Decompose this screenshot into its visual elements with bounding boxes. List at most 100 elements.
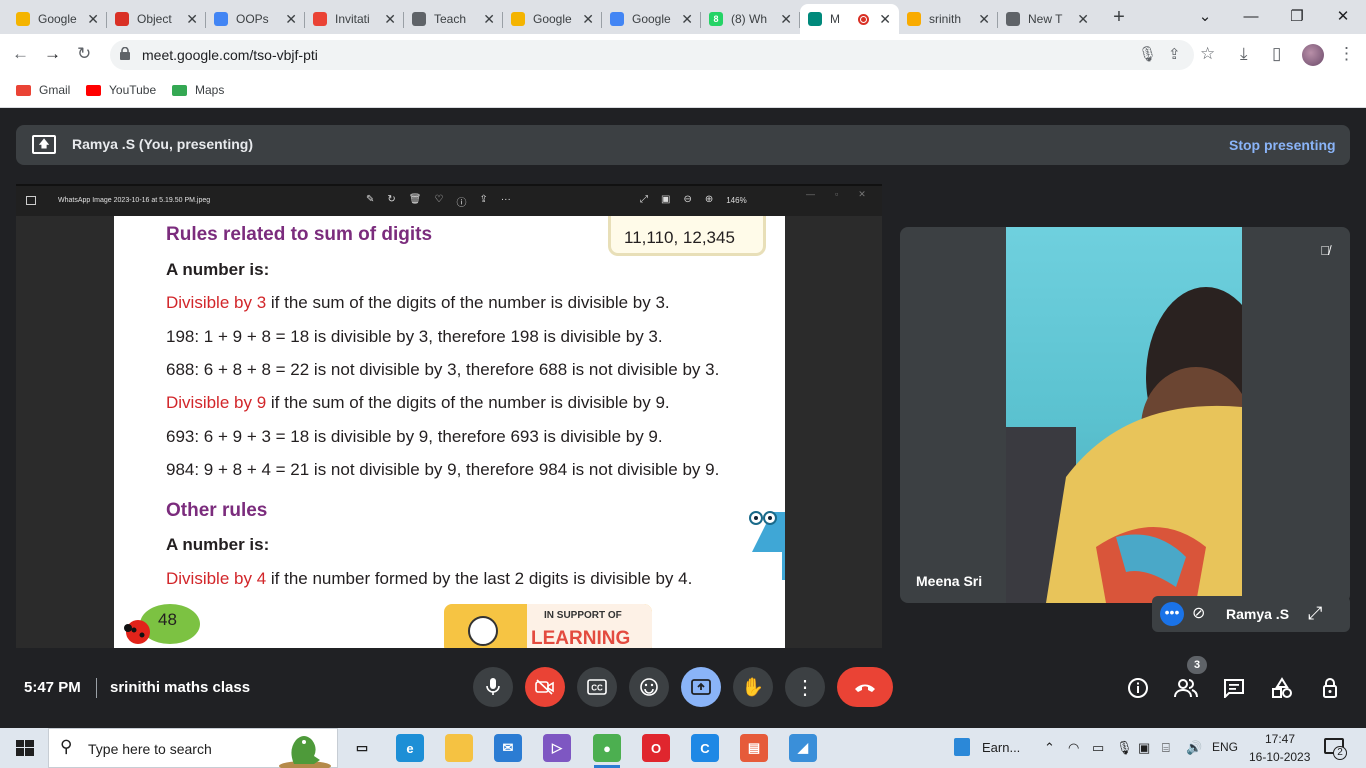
volume-icon[interactable]: 🔊 (1186, 740, 1202, 756)
close-tab-icon[interactable]: ✕ (681, 11, 693, 28)
viewer-minimize-icon[interactable]: — (806, 189, 815, 200)
browser-tab[interactable]: OOPs ✕ (206, 4, 305, 34)
activities-icon[interactable] (1269, 676, 1295, 700)
host-controls-icon[interactable] (1317, 676, 1343, 700)
viewer-close-icon[interactable]: ✕ (858, 189, 866, 200)
side-panel-icon[interactable]: ▯ (1272, 44, 1281, 64)
opera-icon[interactable]: O (642, 734, 670, 762)
microphone-icon[interactable]: 🎙 (1138, 45, 1157, 63)
url-text[interactable]: meet.google.com/tso-vbjf-pti (142, 47, 318, 63)
more-icon[interactable]: ··· (501, 194, 511, 209)
rule-4-text: if the number formed by the last 2 digit… (266, 569, 693, 588)
more-options-icon[interactable]: ••• (1160, 602, 1184, 626)
bookmark-item[interactable]: YouTube (86, 83, 156, 97)
fit-icon[interactable]: ▣ (661, 194, 670, 207)
reactions-button[interactable] (629, 667, 669, 707)
task-view-icon[interactable]: ▭ (348, 734, 376, 762)
google-classroom-icon (511, 12, 525, 26)
clock-date[interactable]: 16-10-2023 (1249, 750, 1310, 764)
browser-tab[interactable]: Google ✕ (8, 4, 107, 34)
share-icon[interactable]: ⇪ (1168, 45, 1181, 63)
bookmark-item[interactable]: Maps (172, 83, 224, 97)
maximize-button[interactable]: ❐ (1274, 0, 1320, 32)
close-tab-icon[interactable]: ✕ (483, 11, 495, 28)
zoom-out-icon[interactable]: ⊖ (683, 194, 691, 207)
leave-call-button[interactable] (837, 667, 893, 707)
meeting-details-icon[interactable] (1125, 676, 1151, 700)
chat-icon[interactable] (1221, 676, 1247, 700)
people-icon[interactable] (1173, 676, 1199, 700)
bookmark-star-icon[interactable]: ☆ (1200, 44, 1215, 64)
close-tab-icon[interactable]: ✕ (879, 11, 891, 28)
info-icon[interactable]: ⓘ (456, 194, 466, 209)
clock-time[interactable]: 17:47 (1265, 732, 1295, 746)
youtube-icon (86, 84, 101, 96)
close-tab-icon[interactable]: ✕ (978, 11, 990, 28)
browser-tab[interactable]: Invitati ✕ (305, 4, 404, 34)
photos-app-icon[interactable]: ◢ (789, 734, 817, 762)
search-placeholder[interactable]: Type here to search (88, 741, 212, 757)
edit-icon[interactable]: ✎ (366, 194, 374, 209)
viewer-maximize-icon[interactable]: ▫ (835, 189, 838, 200)
minimize-button[interactable]: — (1228, 0, 1274, 32)
fullscreen-icon[interactable]: ⤢ (640, 194, 648, 207)
camera-tray-icon[interactable]: ▣ (1138, 740, 1150, 756)
camera-button[interactable] (525, 667, 565, 707)
lock-icon[interactable] (120, 46, 130, 60)
close-tab-icon[interactable]: ✕ (1077, 11, 1089, 28)
windows-start-icon[interactable] (16, 740, 34, 756)
tab-search-icon[interactable]: ⌄ (1182, 0, 1228, 32)
close-tab-icon[interactable]: ✕ (87, 11, 99, 28)
mic-tray-icon[interactable]: 🎙 (1116, 740, 1133, 756)
forward-icon[interactable]: → (44, 44, 61, 64)
wifi-icon[interactable]: ◠ (1068, 740, 1079, 756)
browser-tab[interactable]: Google ✕ (602, 4, 701, 34)
more-options-button[interactable]: ⋮ (785, 667, 825, 707)
zoom-level: 146% (726, 196, 747, 205)
rotate-icon[interactable]: ↻ (387, 194, 395, 209)
close-tab-icon[interactable]: ✕ (285, 11, 297, 28)
browser-tab[interactable]: srinith ✕ (899, 4, 998, 34)
visual-studio-icon[interactable]: ▷ (543, 734, 571, 762)
close-tab-icon[interactable]: ✕ (186, 11, 198, 28)
bookmark-item[interactable]: Gmail (16, 83, 70, 97)
zoom-in-icon[interactable]: ⊕ (705, 194, 713, 207)
close-tab-icon[interactable]: ✕ (582, 11, 594, 28)
browser-tab[interactable]: New T ✕ (998, 4, 1097, 34)
input-language[interactable]: ENG (1212, 740, 1238, 754)
back-icon[interactable]: ← (12, 44, 29, 64)
chrome-icon[interactable]: ● (593, 734, 621, 762)
profile-avatar[interactable] (1302, 44, 1324, 66)
reload-icon[interactable]: ↻ (77, 44, 91, 64)
earnings-widget-label[interactable]: Earn... (982, 740, 1020, 755)
microphone-button[interactable] (473, 667, 513, 707)
browser-tab[interactable]: 8 (8) Wh ✕ (701, 4, 800, 34)
raise-hand-button[interactable]: ✋ (733, 667, 773, 707)
delete-icon[interactable]: 🗑 (409, 194, 422, 209)
mail-icon[interactable]: ✉ (494, 734, 522, 762)
browser-tab[interactable]: Google ✕ (503, 4, 602, 34)
favorite-icon[interactable]: ♡ (434, 194, 443, 209)
browser-tab[interactable]: M ✕ (800, 4, 899, 34)
browser-tab[interactable]: Object ✕ (107, 4, 206, 34)
expand-self-view-icon[interactable]: ⤢ (1308, 603, 1322, 624)
share-icon[interactable]: ⇪ (479, 194, 487, 209)
slides-app-icon[interactable]: ▤ (740, 734, 768, 762)
stop-presenting-button[interactable]: Stop presenting (1229, 137, 1336, 153)
earnings-widget-icon[interactable] (954, 738, 970, 756)
close-tab-icon[interactable]: ✕ (780, 11, 792, 28)
network-icon[interactable]: ⌸ (1162, 740, 1170, 756)
close-window-button[interactable]: ✕ (1320, 0, 1366, 32)
present-now-button[interactable] (681, 667, 721, 707)
battery-icon[interactable]: ▭ (1092, 740, 1104, 756)
cortana-icon[interactable]: C (691, 734, 719, 762)
show-hidden-icons-icon[interactable]: ⌃ (1044, 740, 1055, 756)
browser-tab[interactable]: Teach ✕ (404, 4, 503, 34)
new-tab-button[interactable]: + (1108, 6, 1130, 28)
download-icon[interactable]: ⤓ (1240, 44, 1248, 64)
edge-icon[interactable]: e (396, 734, 424, 762)
browser-menu-icon[interactable]: ⋮ (1338, 44, 1355, 64)
file-explorer-icon[interactable] (445, 734, 473, 762)
captions-button[interactable]: CC (577, 667, 617, 707)
close-tab-icon[interactable]: ✕ (384, 11, 396, 28)
